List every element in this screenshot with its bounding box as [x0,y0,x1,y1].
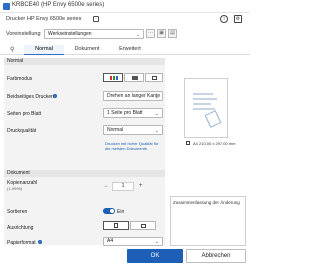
chevron-down-icon: ⌄ [154,239,159,245]
paper-size-value: A4 [107,238,114,244]
toggle-knob [110,209,114,213]
orientation-landscape-button[interactable] [130,221,156,230]
delete-preset-icon[interactable]: ▤ [168,29,177,38]
copies-input[interactable]: 1 [112,182,134,191]
quality-note: Drucken mit hoher Qualität für die meist… [105,141,159,151]
pages-per-sheet-select[interactable]: 1 Seite pro Blatt ⌄ [103,108,163,118]
cancel-button[interactable]: Abbrechen [186,249,246,263]
chevron-down-icon: ⌄ [154,128,159,134]
color-mode-label: Farbmodus [7,76,33,82]
info-icon[interactable]: i [220,15,228,23]
color-mode-black-button[interactable] [145,73,163,82]
tab-dokument[interactable]: Dokument [66,45,108,55]
duplex-select[interactable]: Drehen an langer Kante ⌄ [103,91,163,101]
change-summary-title: Zusammenfassung der Änderung [173,200,240,205]
preset-value: Werkseinstellungen [48,31,92,37]
edit-printer-icon[interactable] [93,16,99,22]
preset-select[interactable]: Werkseinstellungen ⌄ [44,29,144,39]
settings-gear-icon[interactable]: ⚙ [234,15,242,23]
quality-value: Normal [107,127,124,133]
pages-per-sheet-value: 1 Seite pro Blatt [107,110,143,116]
search-icon[interactable]: ⚲ [10,46,14,53]
window-title: KRBCE40 (HP Envy 6500e series) [12,2,105,8]
duplex-info-icon[interactable]: i [53,94,57,98]
collate-state: Ein [117,209,125,215]
ok-button[interactable]: OK [127,249,183,263]
preset-label: Voreinstellung [6,31,41,37]
landscape-icon [141,224,146,228]
tab-normal[interactable]: Normal [24,45,64,55]
save-preset-icon[interactable]: ▣ [157,29,166,38]
pages-per-sheet-label: Seiten pro Blatt [7,111,42,117]
decrement-copies-button[interactable]: − [104,184,108,190]
paper-size-icon [186,141,190,145]
tab-erweitert[interactable]: Erweitert [110,45,150,55]
increment-copies-button[interactable]: + [139,183,143,189]
chevron-down-icon: ⌄ [154,111,159,117]
more-options-button[interactable]: ··· [146,29,155,38]
printer-app-icon [3,3,10,10]
printer-name: HP Envy 6500e series [27,16,82,22]
duplex-value: Drehen an langer Kante [107,93,161,99]
quality-select[interactable]: Normal ⌄ [103,125,163,135]
portrait-icon [114,223,118,228]
paper-size-label: Papierformat [7,240,36,246]
orientation-portrait-button[interactable] [103,221,129,230]
preview-caption: A4 210,00 x 297,00 mm [193,141,236,146]
page-preview [184,78,228,138]
paper-size-select[interactable]: A4 ⌄ [103,237,163,246]
collate-toggle[interactable] [103,208,115,214]
color-mode-color-button[interactable] [103,73,123,82]
quality-label: Druckqualität [7,128,37,134]
duplex-label: Beidseitiges Drucken [7,94,54,100]
orientation-label: Ausrichtung [7,225,34,231]
settings-panel [4,58,165,245]
section-document-header: Dokument [4,170,165,177]
copies-range: (1-9999) [7,186,23,191]
chevron-down-icon: ⌄ [154,94,159,100]
collate-label: Sortieren [7,209,28,215]
color-mode-grayscale-button[interactable] [124,73,144,82]
paper-info-icon[interactable]: i [38,240,42,244]
section-normal-header: Normal [4,58,165,65]
chevron-down-icon: ⌄ [135,32,140,38]
printer-label: Drucker [6,16,26,22]
